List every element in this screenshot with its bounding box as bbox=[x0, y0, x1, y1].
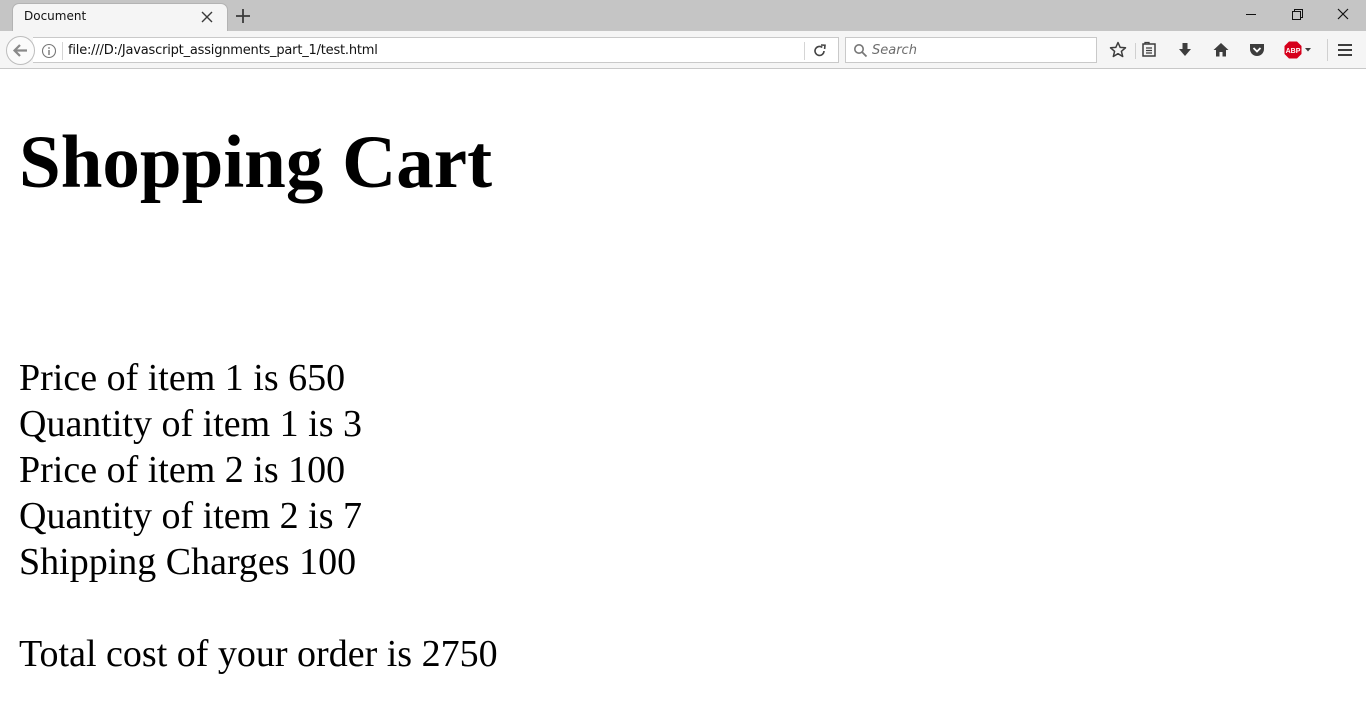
page-title: Shopping Cart bbox=[19, 121, 493, 204]
pocket-icon[interactable] bbox=[1247, 40, 1267, 60]
back-button[interactable] bbox=[6, 36, 35, 65]
item2-quantity-line: Quantity of item 2 is 7 bbox=[19, 495, 363, 537]
search-icon bbox=[853, 43, 868, 58]
bookmarks-list-icon[interactable] bbox=[1139, 40, 1159, 60]
item1-quantity-line: Quantity of item 1 is 3 bbox=[19, 403, 363, 445]
url-separator bbox=[62, 42, 63, 60]
navigation-toolbar: file:///D:/Javascript_assignments_part_1… bbox=[0, 31, 1366, 69]
info-icon[interactable] bbox=[41, 43, 57, 59]
tab-bar: Document bbox=[0, 0, 1366, 31]
abp-label: ABP bbox=[1286, 48, 1301, 55]
adblock-plus-icon[interactable]: ABP bbox=[1283, 40, 1313, 60]
reload-separator bbox=[804, 42, 805, 60]
restore-icon[interactable] bbox=[1274, 0, 1320, 30]
total-cost-line: Total cost of your order is 2750 bbox=[19, 633, 498, 675]
back-arrow-icon bbox=[12, 44, 27, 57]
menu-hamburger-icon[interactable] bbox=[1335, 40, 1355, 60]
home-icon[interactable] bbox=[1211, 40, 1231, 60]
new-tab-icon[interactable] bbox=[233, 6, 253, 26]
url-text[interactable]: file:///D:/Javascript_assignments_part_1… bbox=[68, 43, 378, 58]
item2-price-line: Price of item 2 is 100 bbox=[19, 449, 346, 491]
toolbar-separator bbox=[1135, 43, 1136, 59]
bookmark-star-icon[interactable] bbox=[1108, 40, 1128, 60]
search-input[interactable] bbox=[872, 40, 1092, 60]
item1-price-line: Price of item 1 is 650 bbox=[19, 357, 346, 399]
tab-document[interactable]: Document bbox=[12, 3, 228, 31]
search-bar[interactable] bbox=[845, 37, 1097, 63]
download-icon[interactable] bbox=[1175, 40, 1195, 60]
menu-separator bbox=[1327, 39, 1328, 61]
reload-icon[interactable] bbox=[810, 42, 830, 60]
tab-close-icon[interactable] bbox=[199, 9, 215, 25]
minimize-icon[interactable] bbox=[1228, 0, 1274, 30]
tab-title: Document bbox=[24, 9, 87, 23]
close-window-icon[interactable] bbox=[1320, 0, 1366, 30]
page-content: Shopping Cart Price of item 1 is 650 Qua… bbox=[0, 70, 1366, 724]
shipping-charges-line: Shipping Charges 100 bbox=[19, 541, 357, 583]
url-bar[interactable]: file:///D:/Javascript_assignments_part_1… bbox=[33, 37, 839, 63]
